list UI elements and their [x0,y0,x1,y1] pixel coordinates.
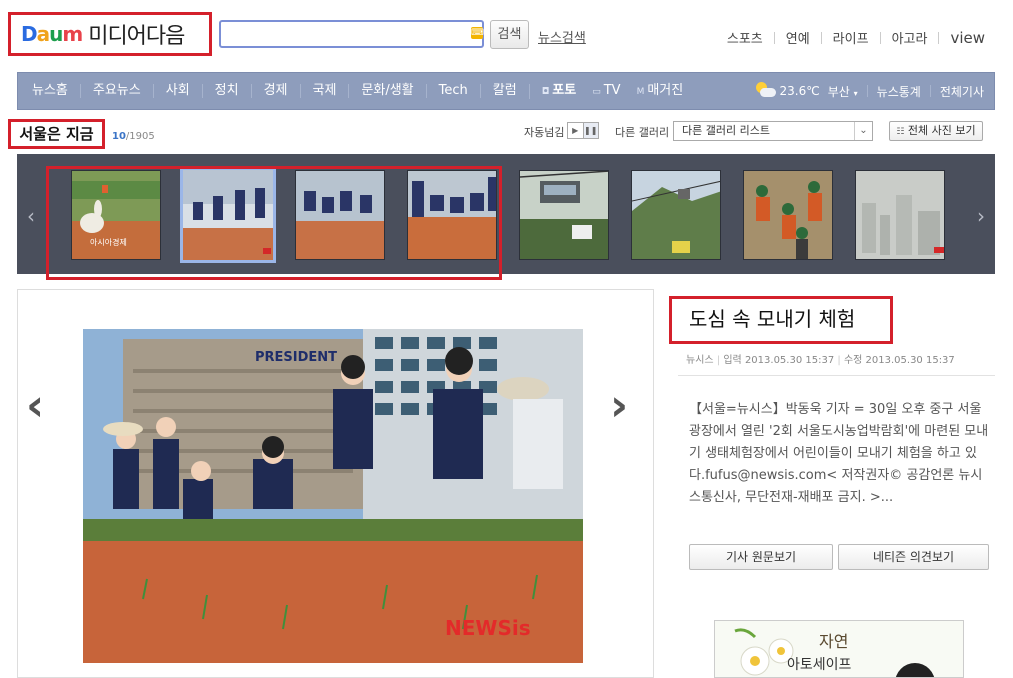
thumbnail-6[interactable] [631,170,721,260]
nav-right: 23.6℃ 부산 ▾ 뉴스통계 전체기사 [754,73,994,109]
nav-item-culture[interactable]: 문화/생활 [348,84,425,98]
prev-photo-arrow-icon[interactable]: ‹ [26,380,44,431]
article-posted: 입력 2013.05.30 15:37 [723,355,835,366]
svg-text:아토세이프: 아토세이프 [787,657,852,673]
partly-cloudy-icon [754,82,776,98]
view-original-button[interactable]: 기사 원문보기 [689,544,833,570]
nav-item-photo[interactable]: ◘ 포토 [528,83,589,99]
news-stats-link[interactable]: 뉴스통계 [877,83,921,100]
main-nav: 뉴스홈 주요뉴스 사회 정치 경제 국제 문화/생활 Tech 칼럼 ◘ 포토 ▭… [17,72,995,110]
svg-text:PRESIDENT: PRESIDENT [255,350,337,365]
thumbnail-cable-car-image [520,171,608,259]
top-links: 스포츠 연예 라이프 아고라 view [727,28,985,48]
link-life[interactable]: 라이프 [833,28,869,47]
view-comments-button[interactable]: 네티즌 의견보기 [838,544,989,570]
news-search-link[interactable]: 뉴스검색 [538,27,586,46]
article-source[interactable]: 뉴시스 [686,355,714,366]
link-sports[interactable]: 스포츠 [727,28,763,47]
link-entertainment[interactable]: 연예 [786,28,810,47]
thumbnail-7[interactable] [743,170,833,260]
article-modified: 수정 2013.05.30 15:37 [843,355,955,366]
weather-temp: 23.6℃ [779,84,820,98]
pause-icon[interactable]: ❚❚ [582,123,598,138]
thumbnail-8[interactable] [855,170,945,260]
rice-planting-photo: PRESIDENT NEWSis [83,329,583,663]
nav-item-column[interactable]: 칼럼 [479,84,529,98]
search-button[interactable]: 검색 [490,20,529,49]
svg-text:NEWSis: NEWSis [445,616,531,640]
play-icon[interactable]: ▶ [568,123,583,138]
thumbnail-5[interactable] [519,170,609,260]
nav-item-tv[interactable]: ▭ TV [588,83,632,99]
gallery-counter: 10/1905 [112,131,155,142]
article-body: 【서울=뉴시스】박동욱 기자 = 30일 오후 중구 서울광장에서 열린 '2회… [689,402,989,505]
nav-item-world[interactable]: 국제 [299,84,349,98]
tv-icon: ▭ [592,86,601,97]
grid-icon: ☷ [896,127,905,137]
nav-item-tech[interactable]: Tech [425,84,480,98]
search-input[interactable] [219,20,484,48]
main-photo[interactable]: PRESIDENT NEWSis [83,329,583,663]
autoplay-controls: ▶ ❚❚ [567,122,599,139]
thumbnail-hazy-city-image [856,171,944,259]
keyboard-icon[interactable]: ⌨ [471,27,484,39]
autoplay-label: 자동넘김 [524,126,565,139]
other-gallery-label: 다른 갤러리 [615,126,670,139]
link-view[interactable]: view [950,29,985,47]
nav-item-society[interactable]: 사회 [152,84,202,98]
thumbnail-rescue-image [744,171,832,259]
article-meta: 뉴시스 | 입력 2013.05.30 15:37 | 수정 2013.05.3… [686,355,955,366]
selected-thumbs-highlight [46,166,502,280]
article-divider [678,375,995,376]
article-title: 도심 속 모내기 체험 [669,296,893,344]
nav-item-politics[interactable]: 정치 [201,84,251,98]
next-strip-arrow-icon[interactable]: › [977,204,985,228]
chevron-down-icon: ▾ [853,88,858,98]
camera-icon: ◘ [541,86,550,97]
nav-item-economy[interactable]: 경제 [250,84,300,98]
media-daum-title: 미디어다음 [88,24,185,49]
nav-item-news-home[interactable]: 뉴스홈 [30,84,80,98]
all-photos-button[interactable]: ☷ 전체 사진 보기 [889,121,983,141]
chevron-down-icon: ⌄ [854,122,872,140]
next-photo-arrow-icon[interactable]: › [610,380,628,431]
prev-strip-arrow-icon[interactable]: ‹ [27,204,35,228]
all-articles-link[interactable]: 전체기사 [940,83,984,100]
gallery-title: 서울은 지금 [8,119,105,149]
thumbnail-cable-car-city-image [632,171,720,259]
ad-banner[interactable]: 자연 아토세이프 [714,620,964,678]
link-agora[interactable]: 아고라 [892,28,928,47]
other-gallery-select[interactable]: 다른 갤러리 리스트 ⌄ [673,121,873,141]
nav-item-top-news[interactable]: 주요뉴스 [79,84,153,98]
nav-item-magazine[interactable]: M 매거진 [633,83,696,99]
svg-text:자연: 자연 [819,632,848,651]
ad-flower-image: 자연 아토세이프 [734,628,935,677]
daum-logo[interactable]: Daum 미디어다음 [8,12,212,56]
magazine-icon: M [636,86,645,97]
daum-wordmark: Daum [21,22,83,46]
weather-city-dropdown[interactable]: 부산 ▾ [828,83,858,100]
